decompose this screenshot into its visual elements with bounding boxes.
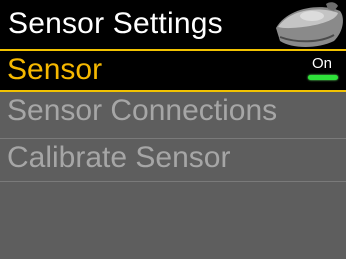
menu-item-sensor[interactable]: Sensor On	[0, 51, 346, 90]
sensor-toggle[interactable]: On	[306, 56, 340, 84]
toggle-state-label: On	[312, 55, 333, 72]
row-divider	[0, 181, 346, 182]
menu-item-label: Sensor	[7, 53, 103, 86]
toggle-on-indicator	[308, 75, 338, 80]
menu-item-label: Calibrate Sensor	[7, 141, 231, 174]
menu-item-label: Sensor Connections	[7, 94, 278, 127]
menu-item-sensor-connections[interactable]: Sensor Connections	[0, 92, 346, 131]
page-title: Sensor Settings	[8, 7, 223, 40]
sensor-device-icon	[276, 2, 343, 47]
screen-header: Sensor Settings	[0, 0, 346, 49]
pump-screen: Sensor Settings Sensor On Sensor Connect…	[0, 0, 346, 259]
menu-item-calibrate-sensor[interactable]: Calibrate Sensor	[0, 139, 346, 178]
